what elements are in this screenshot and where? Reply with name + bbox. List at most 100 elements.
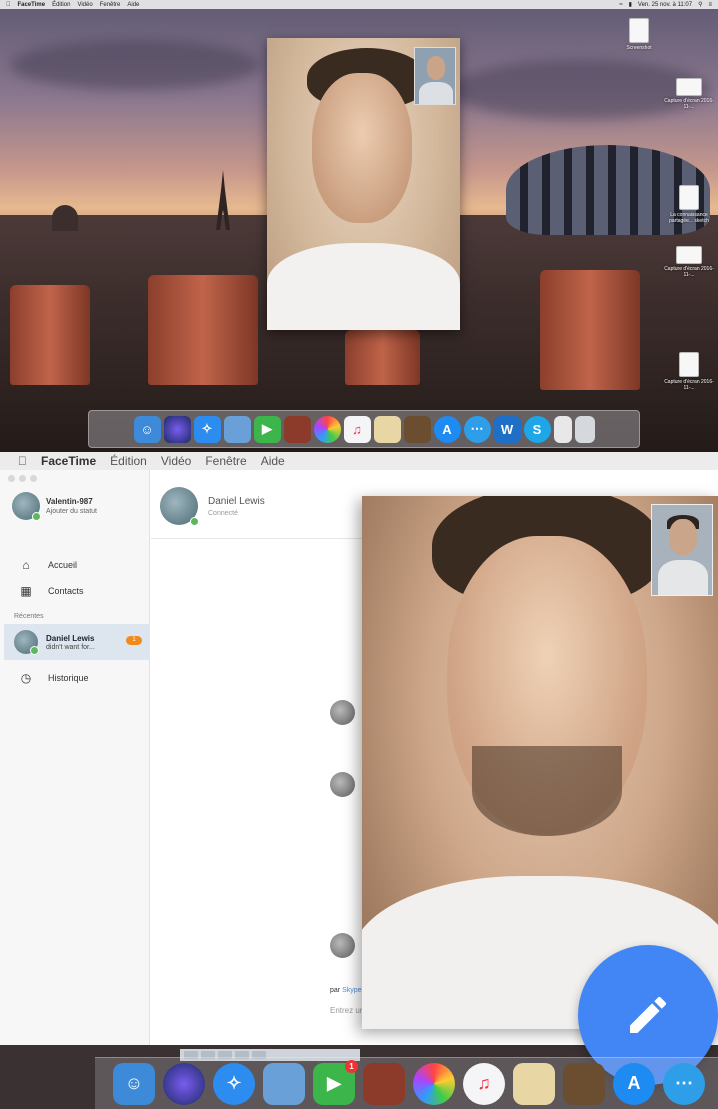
message-avatar [330, 772, 355, 797]
nav-item-contacts[interactable]: ▦ Contacts [20, 584, 84, 598]
chat-attribution: par Skype [330, 987, 362, 994]
menu-bar:  FaceTime Édition Vidéo Fenêtre Aide ≈ … [0, 0, 718, 9]
trash-icon[interactable] [574, 415, 595, 443]
battery-icon[interactable]: ▮ [629, 1, 632, 8]
avatar [160, 487, 199, 526]
spotlight-search-icon[interactable]: ⚲ [698, 1, 702, 8]
home-icon: ⌂ [22, 558, 30, 572]
self-shirt [658, 560, 708, 595]
messages-icon[interactable]: ⋯ [663, 1062, 705, 1105]
clock-icon: ◷ [20, 671, 32, 685]
conversation-item[interactable]: Daniel Lewis didn't want for... 1 [4, 624, 150, 660]
game-icon[interactable] [563, 1062, 605, 1105]
desktop-screenshot-bottom:  FaceTime Édition Vidéo Fenêtre Aide Va… [0, 452, 718, 1109]
messages-icon[interactable]: ⋯ [463, 415, 491, 443]
menu-edition[interactable]: Édition [52, 2, 70, 8]
menu-window[interactable]: Fenêtre [205, 454, 246, 468]
section-recent-label: Récentes [14, 613, 44, 620]
word-icon[interactable]: W [493, 415, 521, 443]
itunes-icon[interactable]: ♫ [343, 415, 371, 443]
siri-icon[interactable] [163, 415, 191, 443]
downloads-stack-icon[interactable] [553, 415, 572, 443]
dome-building [52, 205, 78, 231]
self-face [669, 519, 697, 555]
facetime-icon[interactable]: ▶ [253, 415, 281, 443]
desktop-file[interactable]: La connaissance partagée... sketch [664, 185, 714, 224]
user-status[interactable]: Ajouter du statut [46, 508, 97, 515]
chimney-pot [10, 285, 90, 385]
document-icon [629, 18, 649, 43]
itunes-icon[interactable]: ♫ [463, 1062, 505, 1105]
chat-header[interactable]: Daniel Lewis Connecté [160, 487, 265, 526]
facetime-icon[interactable]: ▶ 1 [313, 1059, 358, 1105]
nav-label: Contacts [48, 586, 84, 596]
self-view-pip-small[interactable] [414, 47, 456, 105]
apple-icon[interactable]:  [6, 2, 11, 8]
menu-help[interactable]: Aide [261, 454, 285, 468]
zoom-window-button[interactable] [30, 475, 37, 482]
eiffel-tower-shape [216, 170, 230, 230]
screenshot-icon [676, 246, 702, 264]
screenshot-icon [676, 78, 702, 96]
nav-item-home[interactable]: ⌂ Accueil [20, 558, 78, 572]
caller-face [312, 73, 412, 223]
siri-icon[interactable] [163, 1062, 205, 1105]
app-store-icon[interactable]: A [433, 415, 461, 443]
self-view-pip[interactable] [651, 504, 713, 596]
menu-video[interactable]: Vidéo [161, 454, 191, 468]
photos-icon[interactable] [413, 1062, 455, 1105]
chimney-pot [540, 270, 640, 390]
nav-label: Accueil [48, 560, 78, 570]
menu-edition[interactable]: Édition [110, 454, 147, 468]
finder-icon[interactable]: ☺ [133, 415, 161, 443]
close-window-button[interactable] [8, 475, 15, 482]
caller-shirt [267, 243, 460, 330]
self-face [427, 56, 445, 80]
desktop-file[interactable]: Capture d'écran 2016-11-... [664, 352, 714, 391]
attribution-prefix: par [330, 987, 341, 994]
online-status-dot [30, 646, 39, 655]
preview-icon[interactable] [263, 1062, 305, 1105]
user-name: Valentin-987 [46, 497, 93, 506]
current-user[interactable]: Valentin-987 Ajouter du statut [12, 492, 97, 521]
safari-icon[interactable]: ✧ [213, 1062, 255, 1105]
menu-app-name[interactable]: FaceTime [41, 454, 96, 468]
safari-icon[interactable]: ✧ [193, 415, 221, 443]
unread-badge: 1 [126, 636, 142, 645]
game-icon[interactable] [403, 415, 431, 443]
skype-icon[interactable]: S [523, 415, 551, 443]
nav-item-history[interactable]: ◷ Historique [20, 671, 89, 685]
apple-icon[interactable]:  [18, 454, 27, 468]
contacts-icon: ▦ [20, 584, 32, 598]
chimney-pot [148, 275, 258, 385]
conversation-preview: didn't want for... [46, 643, 95, 651]
app-store-icon[interactable]: A [613, 1062, 655, 1105]
notification-badge: 1 [345, 1059, 358, 1073]
preview-icon[interactable] [223, 415, 251, 443]
menu-video[interactable]: Vidéo [77, 2, 92, 8]
wifi-icon[interactable]: ≈ [619, 2, 622, 8]
attribution-link[interactable]: Skype [342, 987, 361, 994]
menu-help[interactable]: Aide [127, 2, 139, 8]
notification-center-icon[interactable]: ≡ [708, 2, 712, 8]
menu-clock[interactable]: Ven. 25 nov. à 11:07 [638, 2, 692, 8]
nav-label: Historique [48, 673, 89, 683]
desktop-file-label: La connaissance partagée... sketch [669, 212, 709, 224]
caller-beard [472, 746, 622, 836]
chat-contact-name: Daniel Lewis [208, 495, 265, 507]
photos-icon[interactable] [313, 415, 341, 443]
desktop-file-label: Screenshot [626, 45, 652, 51]
menu-bar:  FaceTime Édition Vidéo Fenêtre Aide [0, 452, 718, 470]
desktop-file[interactable]: Capture d'écran 2016-11-... [664, 78, 714, 110]
desktop-file-label: Capture d'écran 2016-11-... [664, 266, 714, 278]
photo-booth-icon[interactable] [363, 1062, 405, 1105]
maps-icon[interactable] [513, 1062, 555, 1105]
maps-icon[interactable] [373, 415, 401, 443]
minimize-window-button[interactable] [19, 475, 26, 482]
desktop-file[interactable]: Capture d'écran 2016-11-... [664, 246, 714, 278]
finder-icon[interactable]: ☺ [113, 1062, 155, 1105]
desktop-file[interactable]: Screenshot [614, 18, 664, 51]
menu-app-name[interactable]: FaceTime [18, 2, 46, 8]
menu-window[interactable]: Fenêtre [100, 2, 121, 8]
photo-booth-icon[interactable] [283, 415, 311, 443]
